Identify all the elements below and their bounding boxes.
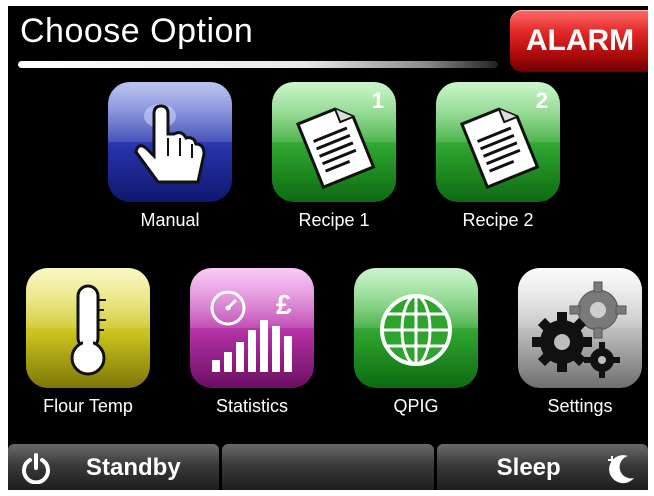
qpig-button[interactable] xyxy=(354,268,478,388)
recipe-2-button[interactable]: 2 xyxy=(436,82,560,202)
standby-label: Standby xyxy=(86,454,181,481)
flour-temp-button[interactable] xyxy=(26,268,150,388)
statistics-button[interactable]: £ xyxy=(190,268,314,388)
tile-settings[interactable]: Settings xyxy=(518,268,642,417)
page-title: Choose Option xyxy=(20,12,254,50)
tile-label: Statistics xyxy=(215,396,289,416)
tile-statistics[interactable]: £ Statistics xyxy=(190,268,314,417)
sleep-label: Sleep xyxy=(496,454,561,481)
moon-icon xyxy=(607,455,634,484)
empty-button[interactable] xyxy=(222,444,434,490)
bottom-bar: Standby Sleep xyxy=(8,444,648,490)
thermometer-icon xyxy=(70,284,106,376)
alarm-button[interactable]: ALARM xyxy=(510,10,648,72)
power-icon xyxy=(22,453,50,484)
tile-label: Recipe 2 xyxy=(462,210,534,230)
tile-label: Manual xyxy=(140,210,200,230)
settings-button[interactable] xyxy=(518,268,642,388)
standby-button[interactable]: Standby xyxy=(8,444,220,490)
tile-flour-temp[interactable]: Flour Temp xyxy=(26,268,150,417)
hand-pointer-icon xyxy=(134,104,206,184)
tile-recipe-2[interactable]: 2 Recipe 2 xyxy=(436,82,560,231)
pound-symbol: £ xyxy=(276,289,292,320)
tile-qpig[interactable]: QPIG xyxy=(354,268,478,417)
tile-label: Settings xyxy=(547,396,613,416)
tile-manual[interactable]: Manual xyxy=(108,82,232,231)
statistics-icon: £ xyxy=(210,289,292,372)
touch-screen: Choose Option ALARM Manual 1 Recipe 1 2 … xyxy=(8,6,648,490)
manual-button[interactable] xyxy=(108,82,232,202)
tile-label: Flour Temp xyxy=(43,396,133,416)
recipe-1-button[interactable]: 1 xyxy=(272,82,396,202)
recipe-number-badge: 2 xyxy=(535,88,548,113)
tile-recipe-1[interactable]: 1 Recipe 1 xyxy=(272,82,396,231)
title-underline xyxy=(18,61,498,68)
sleep-button[interactable]: Sleep xyxy=(436,444,648,490)
tile-label: Recipe 1 xyxy=(298,210,370,230)
globe-icon xyxy=(380,294,452,366)
gears-icon xyxy=(532,281,627,378)
tile-label: QPIG xyxy=(393,396,439,416)
recipe-number-badge: 1 xyxy=(371,88,384,113)
